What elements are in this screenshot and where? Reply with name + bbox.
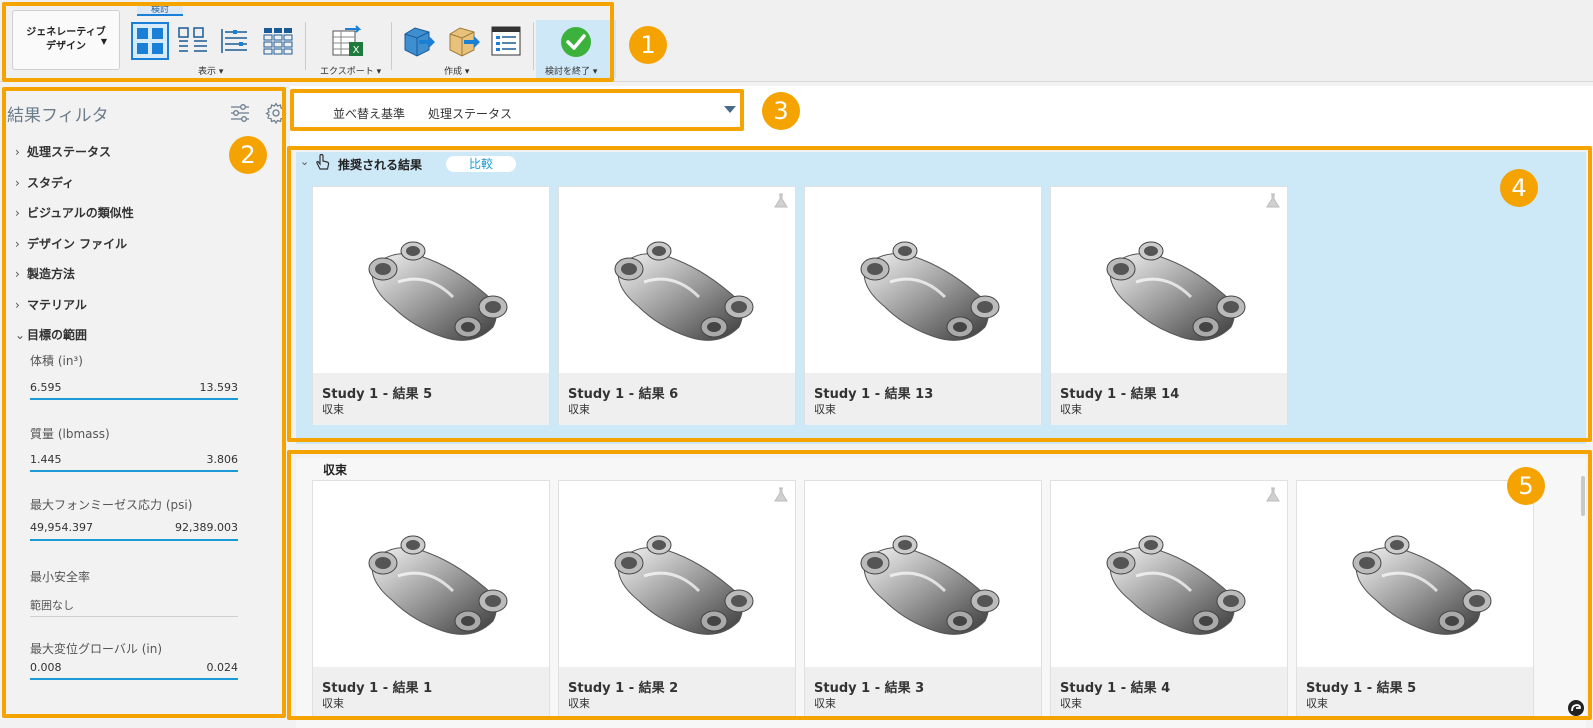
callout-frame-recommended xyxy=(287,146,1592,442)
callout-frame-sort xyxy=(290,89,744,131)
callout-badge-4: 4 xyxy=(1500,169,1538,207)
callout-badge-2: 2 xyxy=(229,136,267,174)
callout-badge-5: 5 xyxy=(1507,467,1545,505)
callout-frame-toolbar xyxy=(2,2,614,82)
callout-badge-3: 3 xyxy=(762,92,800,130)
callout-frame-filter xyxy=(2,87,286,718)
callout-frame-converged xyxy=(287,450,1592,720)
callout-badge-1: 1 xyxy=(629,26,667,64)
